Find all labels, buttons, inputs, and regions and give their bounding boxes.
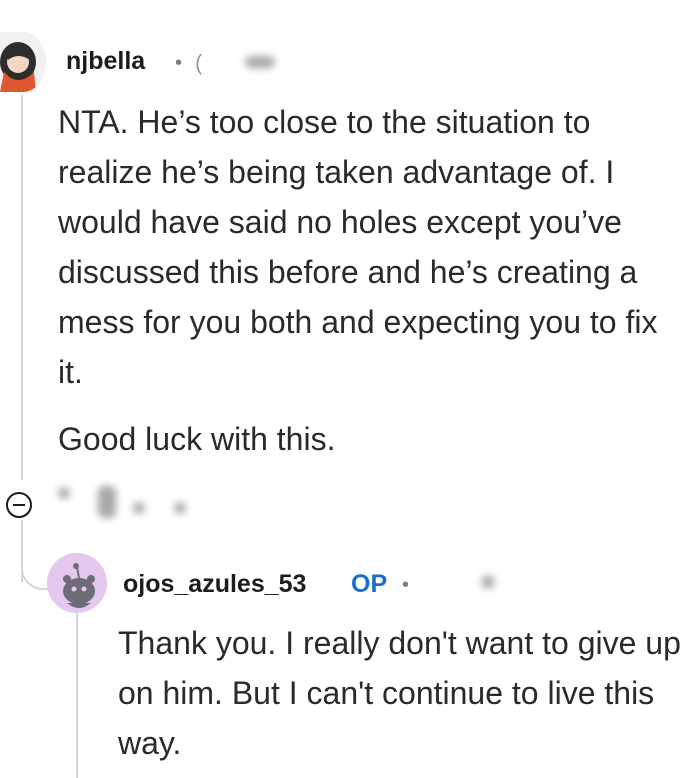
comment-body: NTA. He’s too close to the situation to … <box>58 104 658 390</box>
separator-dot: • <box>402 574 410 596</box>
redacted-actions <box>58 487 70 499</box>
redacted-info <box>245 56 275 68</box>
user-avatar[interactable] <box>0 32 46 92</box>
separator-dot: • <box>175 52 183 74</box>
redacted-timestamp <box>482 575 494 589</box>
reply-username[interactable]: ojos_azules_53 <box>123 570 306 599</box>
redacted-actions <box>133 502 145 514</box>
comment-username[interactable]: njbella <box>66 47 145 76</box>
collapse-thread-button[interactable] <box>6 492 32 518</box>
timestamp-redacted: ( <box>195 50 203 75</box>
comment-body-closing: Good luck with this. <box>58 421 336 457</box>
op-badge: OP <box>351 570 388 598</box>
reply-body: Thank you. I really don't want to give u… <box>118 625 681 761</box>
thread-line <box>21 95 23 480</box>
reply-user-avatar[interactable] <box>47 553 107 613</box>
redacted-actions <box>174 502 186 514</box>
thread-line <box>76 612 78 778</box>
redacted-actions <box>98 486 116 518</box>
